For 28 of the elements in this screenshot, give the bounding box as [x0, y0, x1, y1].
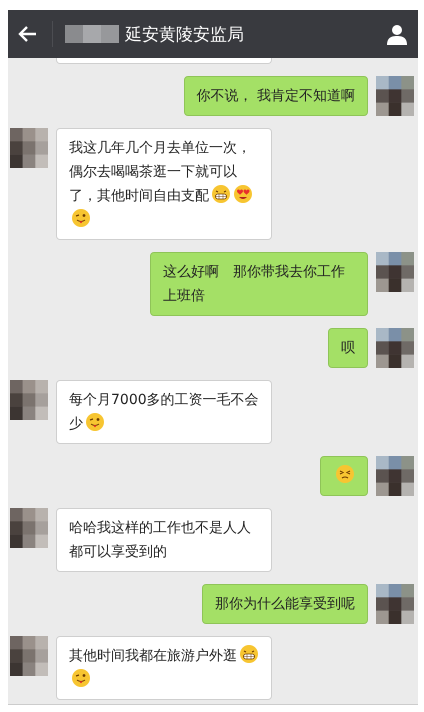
avatar[interactable]: [10, 380, 48, 420]
avatar[interactable]: [376, 328, 414, 368]
avatar[interactable]: [376, 584, 414, 624]
message-bubble: 其他时间我都在旅游户外逛: [56, 636, 272, 700]
squinting-face-icon: [335, 464, 355, 484]
tongue-face-icon: [71, 668, 91, 688]
chat-title: 延安黄陵安监局: [125, 24, 245, 46]
grinning-face-icon: [211, 184, 231, 204]
back-icon[interactable]: [18, 24, 38, 44]
message-bubble: 哈哈我这样的工作也不是人人都可以享受到的: [56, 508, 272, 572]
tongue-face-icon: [85, 412, 105, 432]
message-bubble: 呗: [328, 328, 368, 368]
person-icon[interactable]: [386, 23, 408, 45]
avatar[interactable]: [376, 76, 414, 116]
message-bubble: 那你为什么能享受到呢: [202, 584, 368, 624]
message-bubble: 每个月7000多的工资一毛不会少: [56, 380, 272, 444]
avatar[interactable]: [10, 636, 48, 676]
avatar[interactable]: [376, 252, 414, 292]
grinning-face-icon: [239, 644, 259, 664]
avatar[interactable]: [10, 508, 48, 548]
message-bubble: 这么好啊 那你带我去你工作上班倍: [150, 252, 368, 316]
avatar[interactable]: [376, 456, 414, 496]
blurred-name-block: [65, 25, 119, 43]
avatar[interactable]: [10, 128, 48, 168]
heart-eyes-face-icon: [233, 184, 253, 204]
tongue-face-icon: [71, 208, 91, 228]
message-bubble: 我这几年几个月去单位一次，偶尔去喝喝茶逛一下就可以了，其他时间自由支配: [56, 128, 272, 240]
message-bubble: 你不说， 我肯定不知道啊: [184, 76, 368, 116]
